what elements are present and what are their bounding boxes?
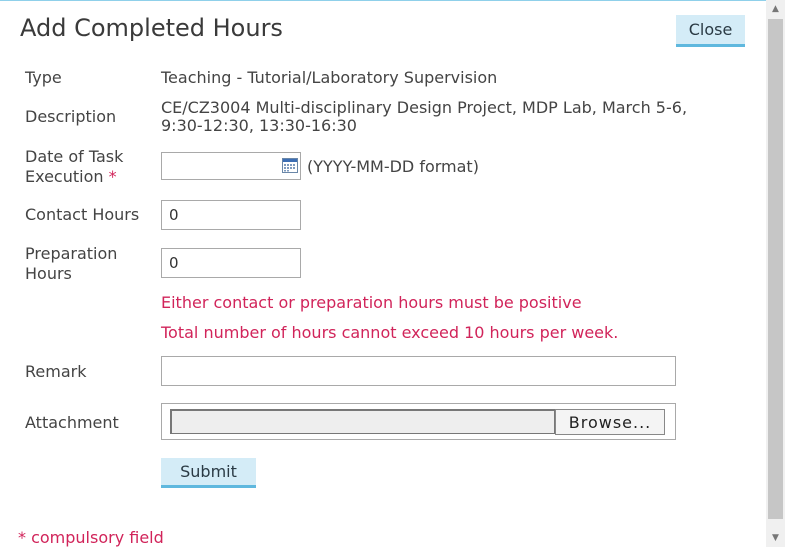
date-label-line-1: Date of Task — [25, 147, 124, 166]
error-positive-hours: Either contact or preparation hours must… — [161, 293, 582, 312]
error-max-hours: Total number of hours cannot exceed 10 h… — [161, 323, 619, 342]
remark-input[interactable] — [161, 356, 676, 386]
attachment-field: Browse... — [161, 403, 676, 440]
type-value: Teaching - Tutorial/Laboratory Supervisi… — [161, 68, 498, 87]
attachment-label: Attachment — [25, 413, 119, 432]
arrow-down-icon[interactable]: ▼ — [766, 529, 785, 547]
dialog-title: Add Completed Hours — [20, 14, 283, 42]
description-value: CE/CZ3004 Multi-disciplinary Design Proj… — [161, 99, 687, 135]
contact-hours-input[interactable] — [161, 200, 301, 230]
calendar-icon[interactable] — [282, 157, 298, 173]
remark-label: Remark — [25, 362, 87, 381]
description-line-2: 9:30-12:30, 13:30-16:30 — [161, 116, 357, 135]
date-label-line-2: Execution * — [25, 167, 123, 187]
required-marker: * — [108, 167, 117, 186]
compulsory-field-note: * compulsory field — [18, 528, 164, 547]
preparation-hours-label: Preparation Hours — [25, 244, 117, 284]
attachment-path-box[interactable] — [170, 409, 555, 434]
dialog-top-border — [0, 0, 766, 1]
type-label: Type — [25, 68, 62, 87]
prep-label-line-2: Hours — [25, 264, 72, 283]
browse-button[interactable]: Browse... — [555, 409, 665, 435]
date-format-hint: (YYYY-MM-DD format) — [307, 157, 479, 176]
date-label-line-2-text: Execution — [25, 167, 104, 186]
scrollbar-thumb[interactable] — [768, 19, 783, 519]
arrow-up-icon[interactable]: ▲ — [766, 0, 785, 18]
date-input[interactable] — [161, 152, 301, 180]
vertical-scrollbar[interactable]: ▲ ▼ — [766, 0, 785, 547]
close-button[interactable]: Close — [676, 15, 745, 47]
date-label: Date of Task Execution * — [25, 147, 123, 187]
prep-label-line-1: Preparation — [25, 244, 118, 263]
preparation-hours-input[interactable] — [161, 248, 301, 278]
contact-hours-label: Contact Hours — [25, 205, 140, 224]
description-line-1: CE/CZ3004 Multi-disciplinary Design Proj… — [161, 98, 688, 117]
description-label: Description — [25, 107, 117, 126]
submit-button[interactable]: Submit — [161, 458, 256, 488]
